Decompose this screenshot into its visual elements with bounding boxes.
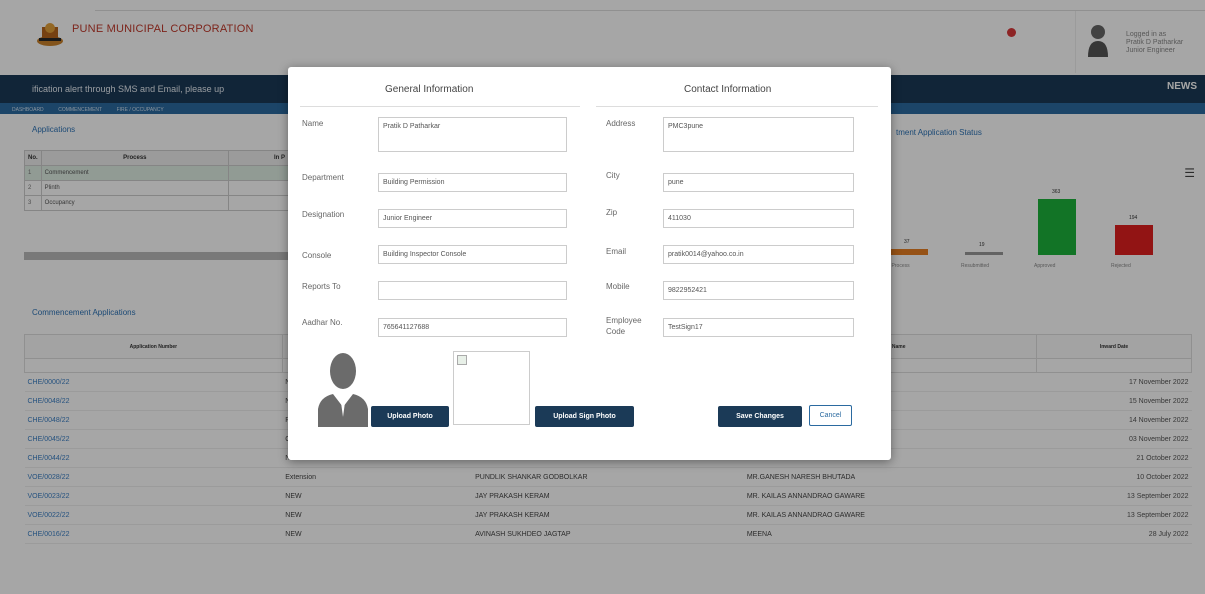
zip-field[interactable]: 411030 [663,209,854,228]
zip-label: Zip [606,208,618,217]
save-changes-button[interactable]: Save Changes [718,406,802,427]
mobile-label: Mobile [606,282,630,291]
console-field[interactable]: Building Inspector Console [378,245,567,264]
employee-code-field[interactable]: TestSign17 [663,318,854,337]
reports-to-label: Reports To [302,282,341,291]
divider [596,106,878,107]
city-field[interactable]: pune [663,173,854,192]
email-label: Email [606,247,627,256]
contact-info-heading: Contact Information [684,84,772,95]
aadhar-label: Aadhar No. [302,318,343,327]
edit-profile-modal: General Information Contact Information … [288,67,891,460]
cancel-button[interactable]: Cancel [809,405,852,426]
address-field[interactable]: PMC3pune [663,117,854,152]
department-label: Department [302,173,344,182]
employee-code-label: Employee Code [606,316,642,336]
general-info-heading: General Information [385,84,474,95]
designation-label: Designation [302,210,345,219]
mobile-field[interactable]: 9822952421 [663,281,854,300]
upload-photo-button[interactable]: Upload Photo [371,406,449,427]
profile-photo-placeholder-icon [318,353,368,427]
city-label: City [606,171,620,180]
broken-image-icon [457,355,467,365]
designation-field[interactable]: Junior Engineer [378,209,567,228]
name-field[interactable]: Pratik D Patharkar [378,117,567,152]
email-field[interactable]: pratik0014@yahoo.co.in [663,245,854,264]
divider [300,106,580,107]
console-label: Console [302,251,332,260]
name-label: Name [302,119,324,128]
aadhar-field[interactable]: 765641127688 [378,318,567,337]
department-field[interactable]: Building Permission [378,173,567,192]
signature-image [453,351,530,425]
address-label: Address [606,119,636,128]
upload-sign-photo-button[interactable]: Upload Sign Photo [535,406,634,427]
reports-to-field[interactable] [378,281,567,300]
